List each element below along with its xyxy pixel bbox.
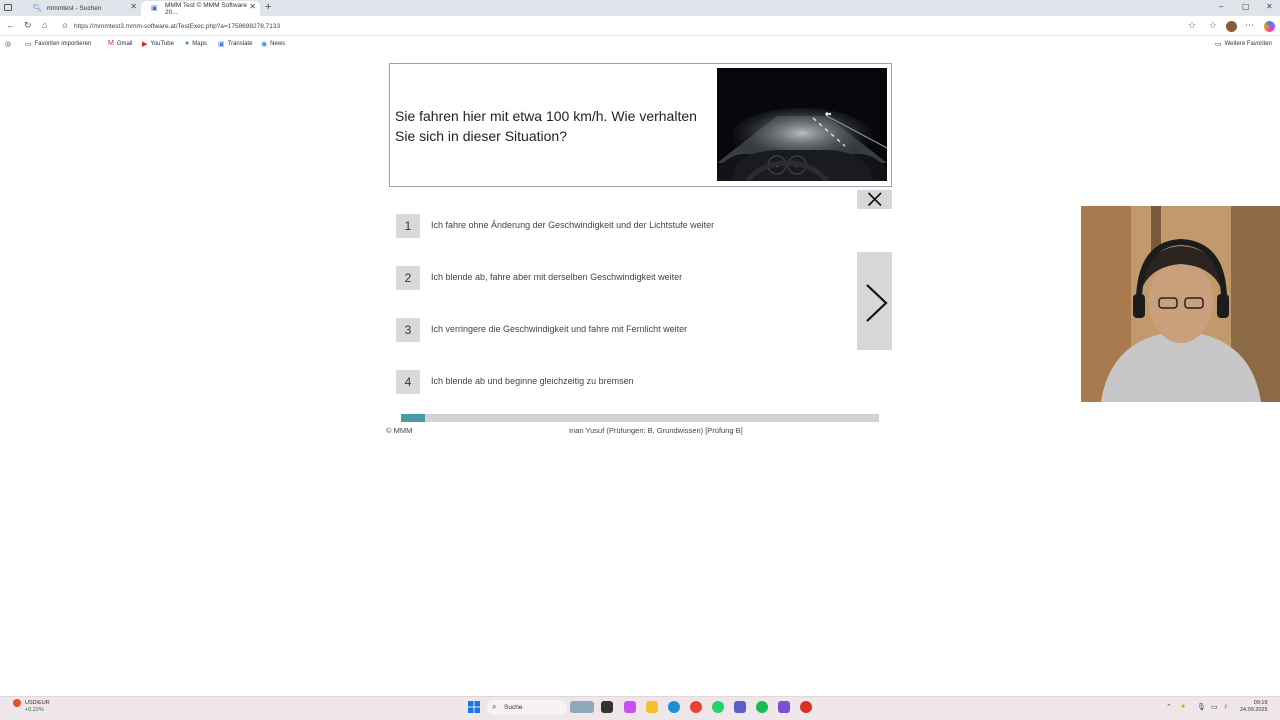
bookmark-gmail[interactable]: M Gmail (108, 40, 133, 47)
copilot-icon[interactable] (1264, 21, 1275, 32)
bookmarks-bar: ◎ ▭ Favoriten importieren M Gmail ▶ YouTube… (0, 37, 1280, 51)
tab-title: mmmtest - Suchen (47, 5, 102, 12)
tab-mmm-test[interactable]: ▣ MMM Test © MMM Software 20... ✕ (141, 1, 260, 16)
gmail-icon: M (108, 40, 114, 47)
url-field[interactable]: ⊙ https://mmmtest3.mmm-software.at/TestE… (58, 19, 1210, 33)
bookmark-import[interactable]: ▭ Favoriten importieren (25, 40, 91, 48)
progress-fill (401, 414, 425, 422)
reading-view-icon[interactable]: ◎ (5, 40, 11, 48)
taskbar-search[interactable]: ⌕ Suche (487, 700, 567, 715)
app-icon[interactable] (800, 701, 812, 713)
whatsapp-icon[interactable] (712, 701, 724, 713)
copyright-text: © MMM (386, 426, 413, 435)
browser-tab-strip: 🔍︎ mmmtest - Suchen ✕ ▣ MMM Test © MMM S… (0, 0, 1280, 16)
answer-number: 1 (396, 214, 420, 238)
maps-pin-icon: ● (185, 40, 190, 47)
answer-text: Ich verringere die Geschwindigkeit und f… (431, 324, 688, 334)
site-favicon-icon: ▣ (151, 5, 158, 12)
edge-icon[interactable] (668, 701, 680, 713)
new-tab-icon[interactable]: + (265, 1, 271, 13)
candidate-info: Inan Yusuf (Prüfungen: B, Grundwissen) [… (569, 426, 743, 435)
window-close-icon[interactable]: ✕ (1266, 2, 1273, 11)
windows-taskbar: USD/EUR +0,22% (0, 696, 1280, 720)
chrome-icon[interactable] (690, 701, 702, 713)
folder-icon: ▭ (25, 41, 32, 48)
widgets-badge-icon[interactable] (13, 699, 21, 707)
next-question-button[interactable] (857, 252, 892, 350)
webcam-overlay (1081, 206, 1280, 402)
stock-ticker-widget[interactable]: USD/EUR +0,22% (25, 700, 50, 714)
answer-text: Ich fahre ohne Änderung der Geschwindigk… (431, 220, 715, 230)
question-image (717, 68, 887, 181)
favorites-icon[interactable]: ☆ (1209, 20, 1217, 31)
translate-icon: ▣ (218, 41, 225, 48)
ticker-label: USD/EUR (25, 700, 50, 706)
copilot-app-icon[interactable] (624, 701, 636, 713)
tray-app-icon[interactable]: ● (1181, 703, 1185, 710)
close-button[interactable] (857, 190, 892, 209)
youtube-icon: ▶ (142, 41, 148, 48)
file-explorer-icon[interactable] (646, 701, 658, 713)
progress-bar (401, 414, 879, 422)
answer-option-3[interactable]: 3 Ich verringere die Geschwindigkeit und… (396, 318, 846, 342)
answer-number: 4 (396, 370, 420, 394)
tab-search[interactable]: 🔍︎ mmmtest - Suchen ✕ (23, 1, 141, 16)
bookmark-youtube[interactable]: ▶ YouTube (142, 40, 174, 48)
address-bar-row: ← ↻ ⌂ ⊙ https://mmmtest3.mmm-software.at… (0, 16, 1280, 36)
bookmark-maps[interactable]: ● Maps (185, 40, 207, 47)
clock-time: 09:19 (1253, 700, 1268, 706)
spotify-icon[interactable] (756, 701, 768, 713)
search-icon: 🔍︎ (33, 5, 42, 12)
maximize-icon[interactable]: ▢ (1242, 2, 1250, 11)
search-icon: ⌕ (492, 702, 497, 711)
answer-number: 2 (396, 266, 420, 290)
favorite-star-icon[interactable]: ☆ (1188, 20, 1196, 31)
close-tab-icon[interactable]: ✕ (249, 2, 256, 11)
question-text: Sie fahren hier mit etwa 100 km/h. Wie v… (395, 108, 697, 144)
microphone-icon[interactable]: 🎙︎ (1197, 703, 1206, 711)
bookmark-translate[interactable]: ▣ Translate (218, 40, 252, 48)
tray-expand-icon[interactable]: ⌃ (1166, 703, 1172, 711)
question-card: Sie fahren hier mit etwa 100 km/h. Wie v… (389, 63, 892, 187)
site-info-icon[interactable]: ⊙ (62, 22, 68, 30)
network-icon[interactable]: ▭ (1211, 703, 1218, 711)
tab-title: MMM Test © MMM Software 20... (165, 1, 247, 16)
other-favorites[interactable]: ▭ Weitere Favoriten (1215, 40, 1272, 48)
ticker-change: +0,22% (25, 707, 44, 713)
url-text: https://mmmtest3.mmm-software.at/TestExe… (74, 22, 281, 30)
volume-icon[interactable]: ♪ (1224, 703, 1228, 710)
task-view-icon[interactable] (601, 701, 613, 713)
search-label: Suche (504, 704, 523, 711)
answer-option-2[interactable]: 2 Ich blende ab, fahre aber mit derselbe… (396, 266, 846, 290)
news-widget-icon[interactable] (570, 701, 594, 713)
chevron-right-icon (866, 284, 888, 322)
home-icon[interactable]: ⌂ (42, 20, 47, 30)
answer-option-4[interactable]: 4 Ich blende ab und beginne gleichzeitig… (396, 370, 846, 394)
system-clock[interactable]: 09:19 24.09.2025 (1240, 700, 1268, 714)
more-menu-icon[interactable]: ⋯ (1245, 20, 1254, 31)
news-icon: ◉ (261, 41, 268, 48)
tab-actions-icon[interactable] (4, 4, 12, 11)
teams-icon[interactable] (734, 701, 746, 713)
minimize-icon[interactable]: – (1219, 2, 1223, 11)
profile-avatar[interactable] (1226, 21, 1237, 32)
answer-text: Ich blende ab und beginne gleichzeitig z… (431, 376, 634, 386)
folder-icon: ▭ (1215, 41, 1222, 48)
windows-start-icon[interactable] (468, 701, 480, 713)
answer-number: 3 (396, 318, 420, 342)
messenger-icon[interactable] (778, 701, 790, 713)
answer-text: Ich blende ab, fahre aber mit derselben … (431, 272, 683, 282)
back-icon[interactable]: ← (6, 20, 15, 30)
answer-option-1[interactable]: 1 Ich fahre ohne Änderung der Geschwindi… (396, 214, 846, 238)
clock-date: 24.09.2025 (1240, 707, 1268, 713)
close-icon (867, 192, 882, 207)
close-tab-icon[interactable]: ✕ (130, 2, 137, 11)
bookmark-news[interactable]: ◉ News (261, 40, 285, 48)
reload-icon[interactable]: ↻ (24, 20, 32, 31)
